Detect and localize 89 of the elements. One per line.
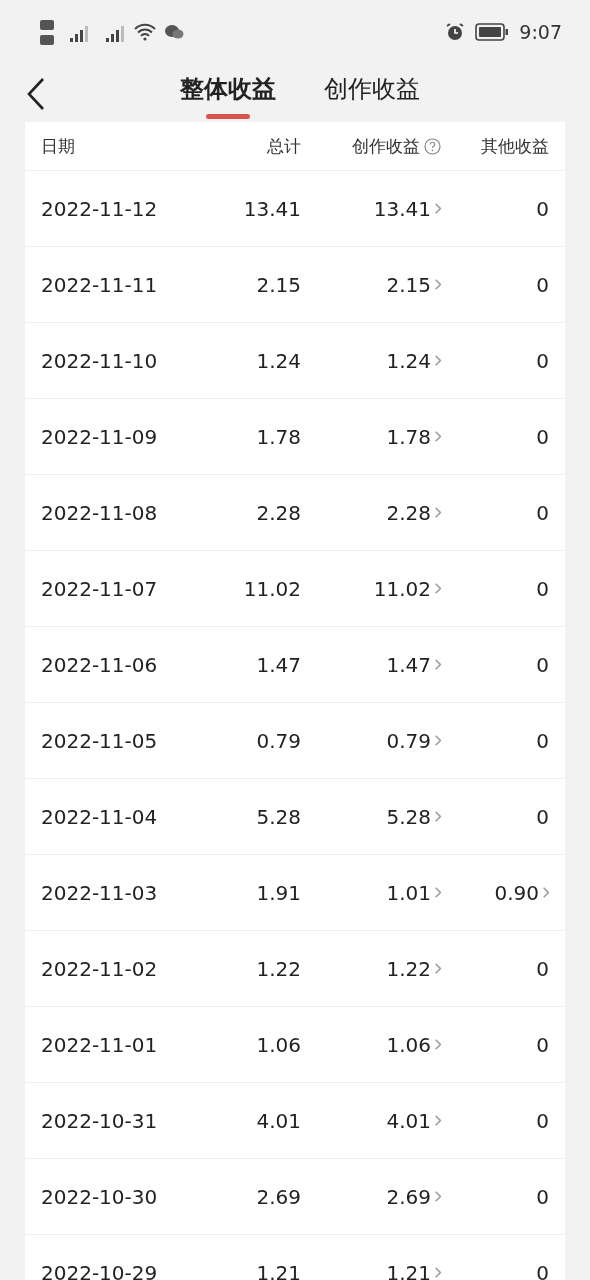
total-cell-text: 2.69 — [255, 1184, 301, 1209]
total-cell-text: 1.24 — [255, 348, 301, 373]
chevron-icon — [435, 507, 441, 518]
wifi-icon — [134, 23, 156, 41]
date-cell-text: 2022-11-09 — [41, 424, 159, 449]
other-income-cell-text: 0 — [535, 728, 549, 753]
chevron-icon — [435, 1115, 441, 1126]
creation-income-link[interactable]: 1.78 — [301, 424, 441, 449]
creation-income-link[interactable]: 0.79 — [301, 728, 441, 753]
total-cell-text: 0.79 — [255, 728, 301, 753]
date-cell-text: 2022-11-06 — [41, 652, 159, 677]
other-income-cell-text: 0 — [535, 500, 549, 525]
creation-income-link[interactable]: 1.24 — [301, 348, 441, 373]
tab[interactable]: 整体收益 — [180, 67, 276, 119]
creation-income-link[interactable]: 1.21 — [301, 1260, 441, 1280]
date-cell-text: 2022-11-08 — [41, 500, 159, 525]
total-cell-text: 1.22 — [255, 956, 301, 981]
column-header: 其他收益 — [480, 134, 549, 158]
clock-time: 9:07 — [519, 21, 562, 43]
other-income-link[interactable]: 0.90 — [441, 880, 549, 905]
total-cell-text: 1.06 — [255, 1032, 301, 1057]
chevron-icon — [435, 1039, 441, 1050]
other-income-cell-text: 0 — [535, 424, 549, 449]
creation-income-link[interactable]: 4.01 — [301, 1108, 441, 1133]
total-cell-text: 5.28 — [255, 804, 301, 829]
chevron-icon — [435, 735, 441, 746]
date-cell-text: 2022-11-10 — [41, 348, 159, 373]
date-cell-text: 2022-11-11 — [41, 272, 159, 297]
total-cell-text: 2.28 — [255, 500, 301, 525]
date-cell-text: 2022-10-29 — [41, 1260, 159, 1280]
other-income-cell-text: 0 — [535, 1032, 549, 1057]
creation-income-link[interactable]: 13.41 — [301, 196, 441, 221]
creation-income-link[interactable]: 1.47 — [301, 652, 441, 677]
other-income-cell-text: 0 — [535, 576, 549, 601]
total-cell-text: 1.47 — [255, 652, 301, 677]
chevron-icon — [435, 659, 441, 670]
chat-icon — [164, 24, 184, 40]
other-income-cell-text: 0 — [535, 956, 549, 981]
creation-income-link[interactable]: 1.01 — [301, 880, 441, 905]
battery-icon — [475, 23, 510, 41]
total-cell-text: 1.91 — [255, 880, 301, 905]
total-cell-text: 11.02 — [242, 576, 301, 601]
creation-income-link[interactable]: 1.06 — [301, 1032, 441, 1057]
other-income-cell-text: 0 — [535, 196, 549, 221]
tab[interactable]: 创作收益 — [324, 67, 420, 119]
other-income-cell-text: 0 — [535, 652, 549, 677]
total-cell-text: 2.15 — [255, 272, 301, 297]
total-cell-text: 13.41 — [242, 196, 301, 221]
chevron-icon — [543, 887, 549, 898]
back-icon — [26, 77, 46, 111]
chevron-icon — [435, 583, 441, 594]
date-cell-text: 2022-10-30 — [41, 1184, 159, 1209]
date-cell-text: 2022-11-04 — [41, 804, 159, 829]
other-income-cell-text: 0 — [535, 1260, 549, 1280]
help-icon[interactable] — [424, 137, 441, 155]
column-header: 创作收益 — [352, 134, 420, 158]
chevron-icon — [435, 1267, 441, 1278]
chevron-icon — [435, 887, 441, 898]
date-cell-text: 2022-11-02 — [41, 956, 159, 981]
creation-income-link[interactable]: 2.28 — [301, 500, 441, 525]
creation-income-link[interactable]: 11.02 — [301, 576, 441, 601]
chevron-icon — [435, 431, 441, 442]
other-income-cell-text: 0 — [535, 272, 549, 297]
total-cell-text: 1.21 — [255, 1260, 301, 1280]
chevron-icon — [435, 1191, 441, 1202]
other-income-cell-text: 0 — [535, 1108, 549, 1133]
creation-income-link[interactable]: 5.28 — [301, 804, 441, 829]
date-cell-text: 2022-11-07 — [41, 576, 159, 601]
other-income-cell-text: 0 — [535, 348, 549, 373]
other-income-cell-text: 0 — [535, 804, 549, 829]
column-header: 日期 — [41, 134, 76, 158]
date-cell-text: 2022-11-03 — [41, 880, 159, 905]
date-cell-text: 2022-11-05 — [41, 728, 159, 753]
alarm-icon — [445, 22, 466, 42]
date-cell-text: 2022-11-01 — [41, 1032, 159, 1057]
chevron-icon — [435, 279, 441, 290]
total-cell-text: 4.01 — [255, 1108, 301, 1133]
chevron-icon — [435, 963, 441, 974]
total-cell-text: 1.78 — [255, 424, 301, 449]
chevron-icon — [435, 811, 441, 822]
creation-income-link[interactable]: 2.15 — [301, 272, 441, 297]
column-header: 总计 — [266, 134, 301, 158]
chevron-icon — [435, 355, 441, 366]
creation-income-link[interactable]: 1.22 — [301, 956, 441, 981]
date-cell-text: 2022-11-12 — [41, 196, 159, 221]
other-income-cell-text: 0 — [535, 1184, 549, 1209]
chevron-icon — [435, 203, 441, 214]
creation-income-link[interactable]: 2.69 — [301, 1184, 441, 1209]
date-cell-text: 2022-10-31 — [41, 1108, 159, 1133]
